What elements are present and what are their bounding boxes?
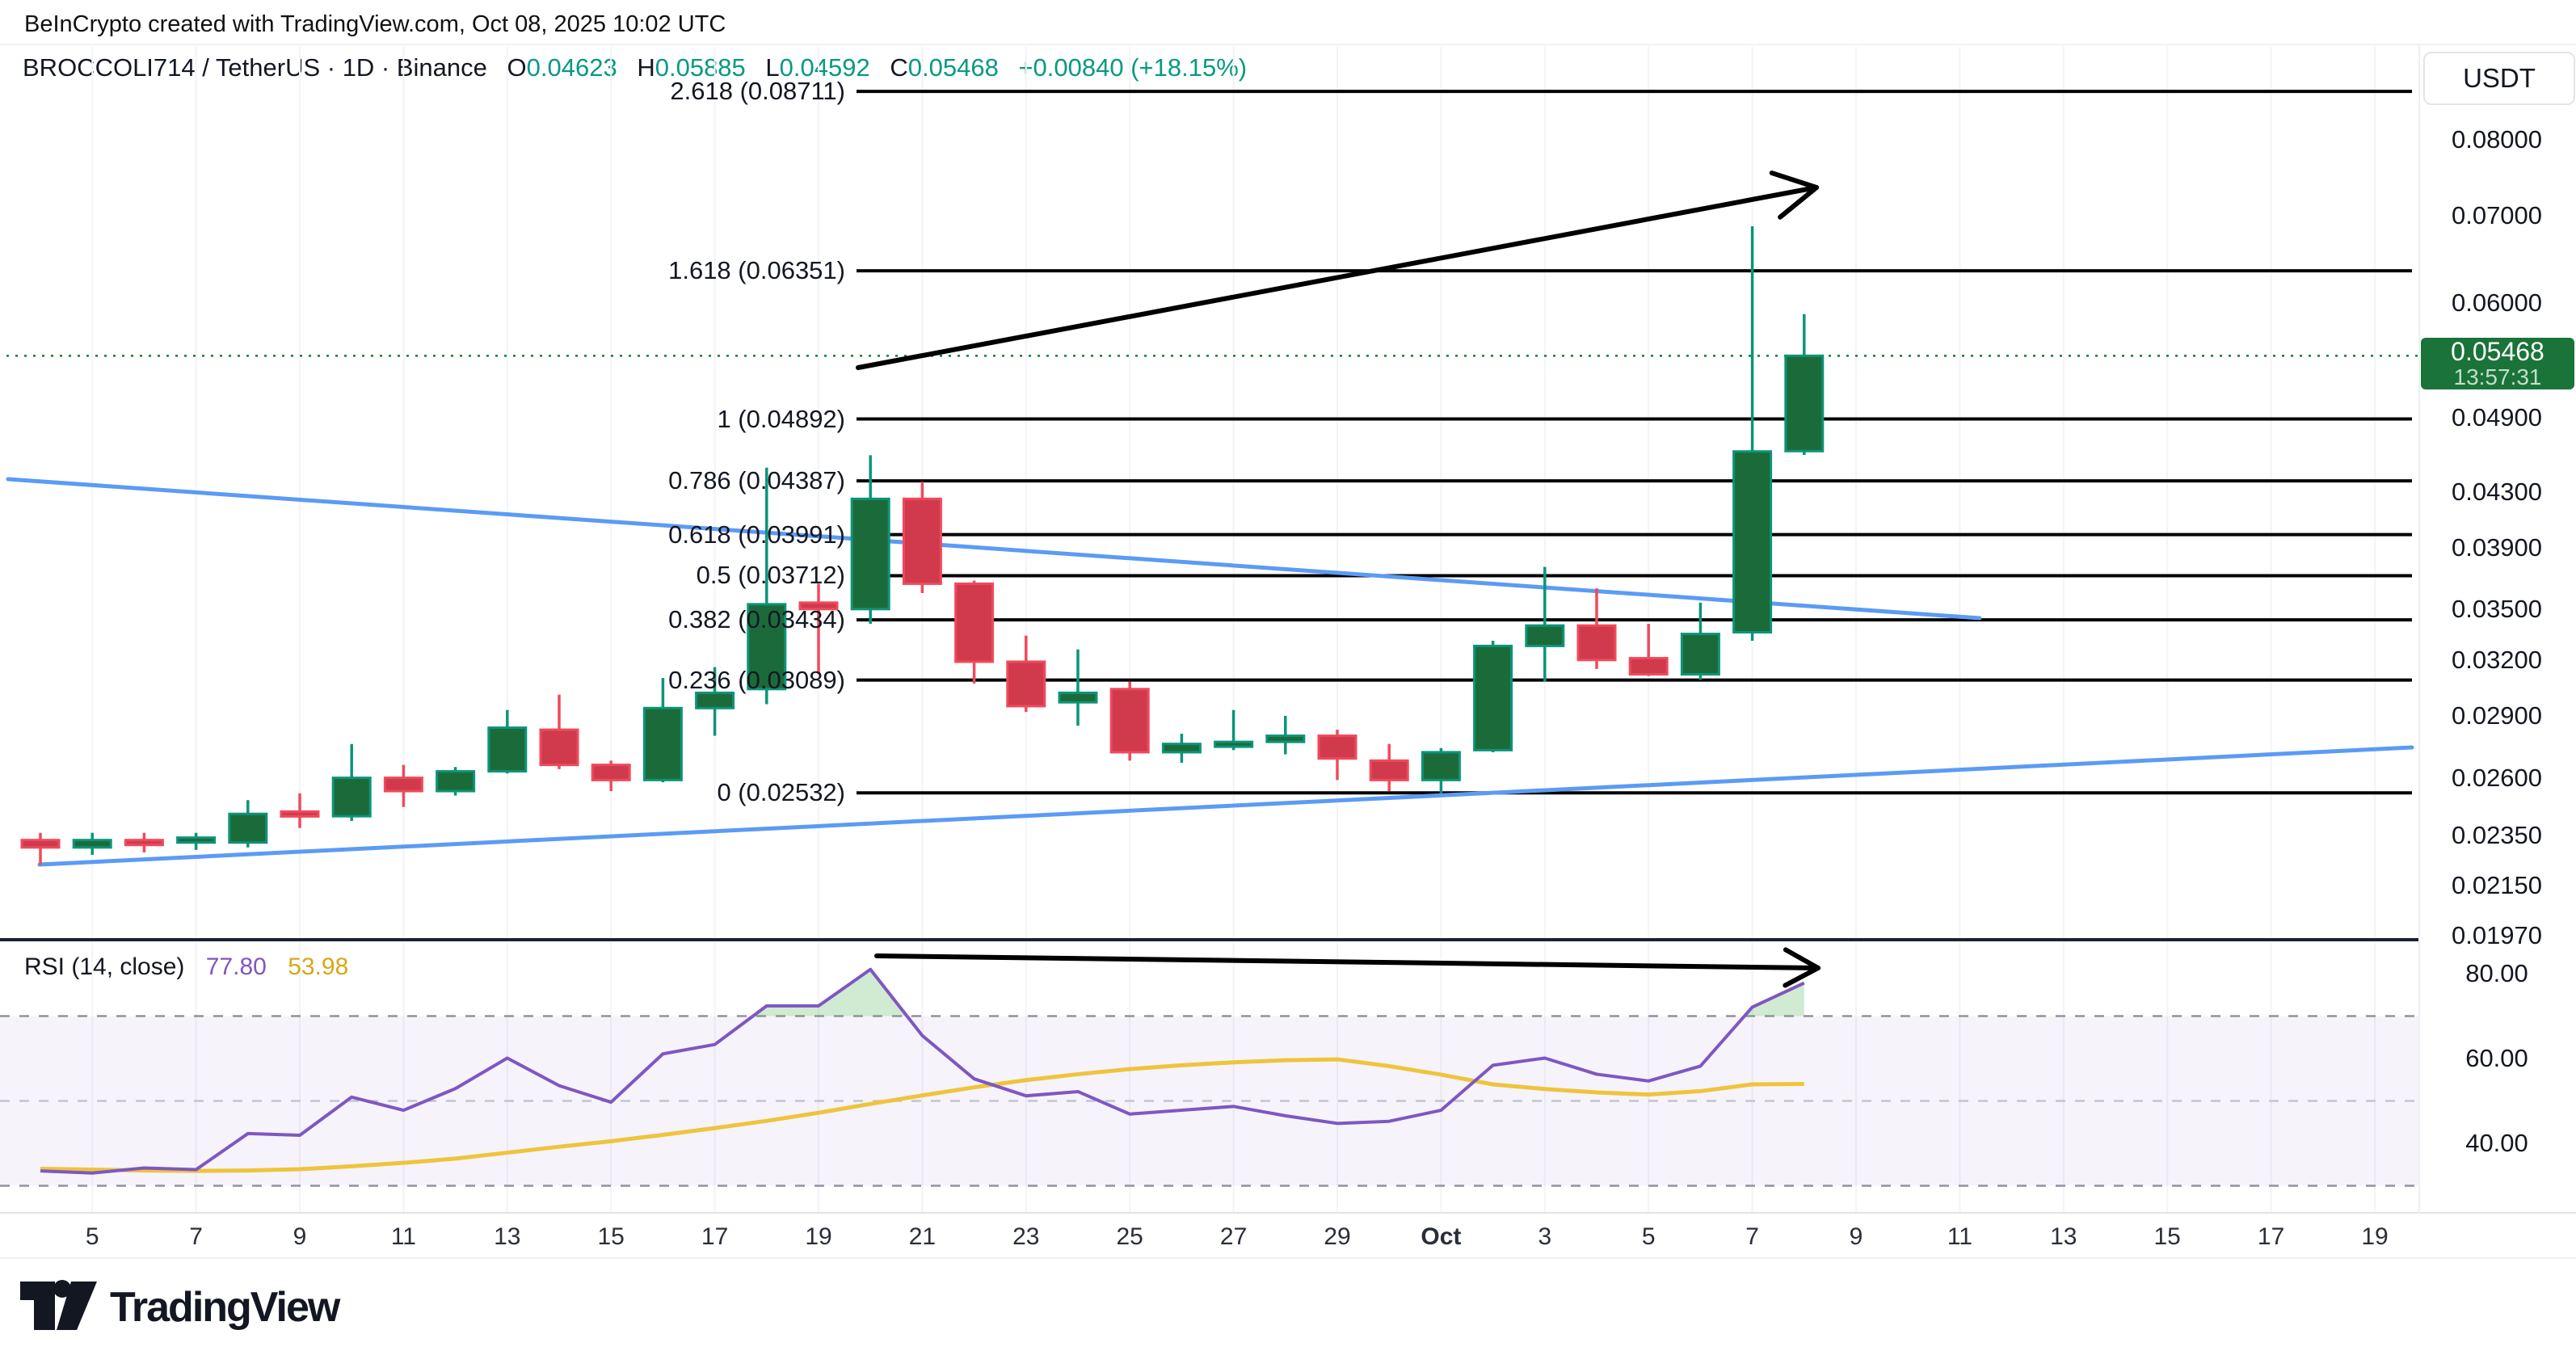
tradingview-logo[interactable]: TradingView — [18, 1275, 339, 1340]
chart-canvas[interactable] — [0, 0, 2576, 1351]
tradingview-chart-window: BeInCrypto created with TradingView.com,… — [0, 0, 2576, 1351]
tradingview-logo-icon — [18, 1275, 99, 1340]
currency-toggle-button[interactable]: USDT — [2423, 52, 2575, 105]
rsi-indicator-legend[interactable]: RSI (14, close) 77.80 53.98 — [24, 953, 348, 981]
rsi-value: 77.80 — [206, 953, 267, 980]
rsi-ma-value: 53.98 — [288, 953, 348, 980]
footer-divider — [0, 1257, 2576, 1259]
price-axis[interactable] — [2420, 102, 2576, 1212]
pane-separator[interactable] — [0, 938, 2419, 941]
tradingview-logo-text: TradingView — [110, 1283, 339, 1332]
rsi-name: RSI (14, close) — [24, 953, 184, 980]
time-axis[interactable] — [0, 1214, 2418, 1257]
